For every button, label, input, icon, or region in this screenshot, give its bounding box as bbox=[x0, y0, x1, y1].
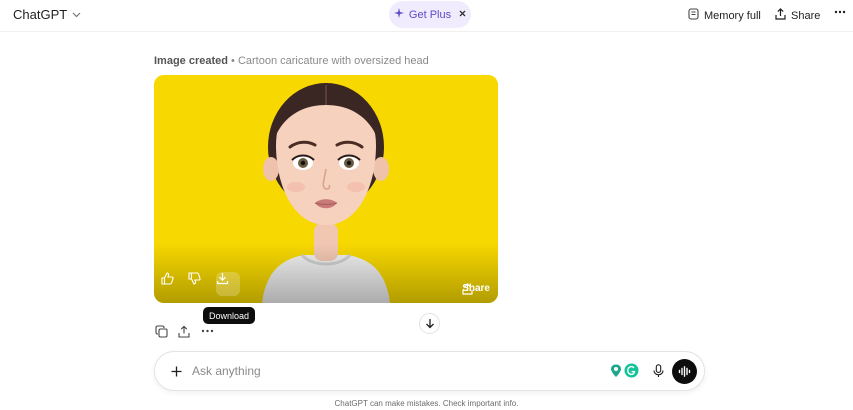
arrow-down-icon bbox=[425, 319, 434, 329]
share-icon bbox=[462, 283, 473, 295]
add-attachment-button[interactable] bbox=[166, 361, 186, 381]
copy-button[interactable] bbox=[153, 323, 169, 339]
memory-full-button[interactable]: Memory full bbox=[688, 8, 761, 23]
copy-icon bbox=[154, 324, 168, 338]
download-button[interactable] bbox=[216, 272, 240, 296]
share-icon bbox=[775, 8, 786, 23]
image-created-status: Image created • Cartoon caricature with … bbox=[154, 55, 429, 67]
memory-icon bbox=[688, 8, 699, 23]
thumbs-down-icon bbox=[188, 272, 201, 285]
model-selector[interactable]: ChatGPT bbox=[13, 7, 81, 22]
image-share-button[interactable]: Share bbox=[462, 283, 490, 295]
memory-label: Memory full bbox=[704, 9, 761, 22]
grammarly-icon[interactable] bbox=[624, 363, 639, 383]
more-options-icon[interactable] bbox=[834, 5, 846, 21]
share-label: Share bbox=[791, 9, 821, 22]
microphone-icon bbox=[652, 364, 664, 377]
more-options-icon bbox=[201, 329, 213, 333]
share-button[interactable]: Share bbox=[775, 8, 820, 23]
plus-icon bbox=[171, 366, 181, 376]
created-status-label: Image created bbox=[154, 55, 228, 67]
download-icon bbox=[216, 273, 229, 285]
download-tooltip: Download bbox=[203, 307, 256, 324]
thumbs-up-button[interactable] bbox=[161, 272, 185, 296]
location-pin-icon[interactable] bbox=[610, 364, 622, 383]
close-icon[interactable] bbox=[459, 9, 466, 20]
more-actions-button[interactable] bbox=[199, 323, 215, 339]
scroll-to-bottom-button[interactable] bbox=[419, 313, 440, 334]
voice-mode-button[interactable] bbox=[672, 359, 697, 384]
get-plus-button[interactable]: Get Plus bbox=[389, 1, 471, 28]
thumbs-down-button[interactable] bbox=[188, 272, 212, 296]
message-composer bbox=[154, 351, 705, 391]
disclaimer-text: ChatGPT can make mistakes. Check importa… bbox=[334, 399, 519, 408]
extension-icons bbox=[610, 363, 639, 383]
upload-icon bbox=[178, 325, 190, 338]
get-plus-label: Get Plus bbox=[408, 8, 452, 21]
generated-image-card[interactable]: Share bbox=[154, 75, 498, 303]
dictate-button[interactable] bbox=[649, 362, 667, 380]
created-separator: • bbox=[227, 55, 238, 67]
app-title-label: ChatGPT bbox=[13, 7, 68, 22]
chevron-down-icon bbox=[72, 10, 81, 20]
share-message-button[interactable] bbox=[176, 323, 192, 339]
voice-waveform-icon bbox=[678, 366, 691, 377]
ask-anything-input[interactable] bbox=[192, 361, 592, 381]
created-description: Cartoon caricature with oversized head bbox=[237, 55, 429, 67]
top-header: ChatGPT Get Plus Memory full Share bbox=[0, 0, 853, 32]
sparkle-icon bbox=[393, 8, 404, 21]
tooltip-label: Download bbox=[209, 310, 250, 321]
thumbs-up-icon bbox=[161, 272, 174, 285]
